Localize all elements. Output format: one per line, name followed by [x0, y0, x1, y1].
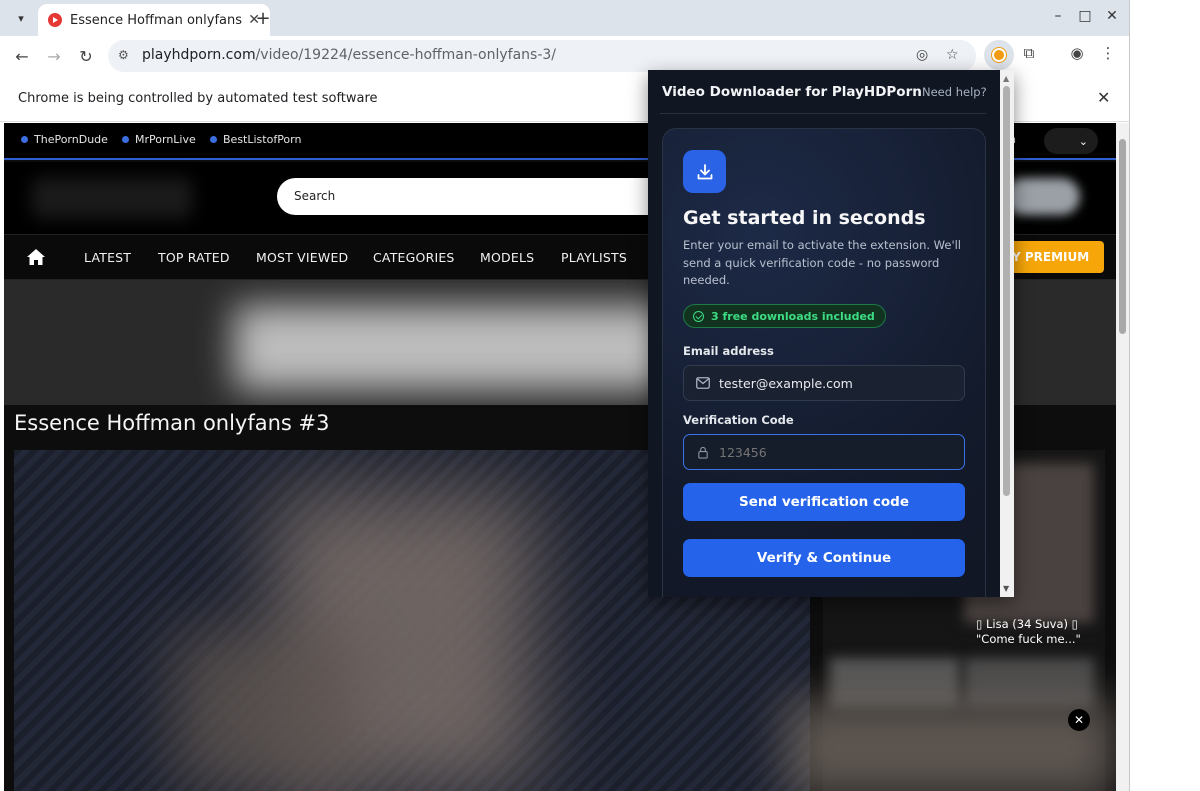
partner-link[interactable]: BestListofPorn	[210, 133, 301, 146]
language-dropdown[interactable]: ⌄	[1044, 128, 1098, 154]
site-favicon-icon	[48, 13, 62, 27]
popup-scrollbar[interactable]: ▲ ▼	[1000, 70, 1014, 597]
floating-ad[interactable]	[784, 698, 1116, 791]
email-value: tester@example.com	[719, 376, 853, 391]
chevron-down-icon: ⌄	[1078, 134, 1088, 148]
extension-active-icon[interactable]	[984, 40, 1014, 70]
free-downloads-badge: 3 free downloads included	[683, 304, 886, 328]
partner-link[interactable]: ThePornDude	[21, 133, 108, 146]
site-logo[interactable]	[32, 178, 192, 218]
forward-icon[interactable]: →	[42, 44, 66, 68]
address-bar[interactable]: ⚙ playhdporn.com/video/19224/essence-hof…	[108, 40, 976, 72]
popup-title: Video Downloader for PlayHDPorn	[662, 84, 922, 100]
browser-window: ▾ Essence Hoffman onlyfans ✕ + – □ ✕ ← →…	[0, 0, 1130, 791]
nav-latest[interactable]: LATEST	[84, 250, 131, 265]
browser-tab[interactable]: Essence Hoffman onlyfans ✕	[38, 4, 270, 36]
extension-popup: Video Downloader for PlayHDPorn Need hel…	[648, 70, 1014, 597]
bookmark-star-icon[interactable]: ☆	[946, 47, 959, 63]
tab-search-icon[interactable]: ▾	[10, 7, 32, 29]
eye-off-icon[interactable]: ◎	[916, 47, 928, 63]
search-button[interactable]	[1004, 178, 1080, 215]
back-icon[interactable]: ←	[10, 44, 34, 68]
verification-code-field[interactable]	[683, 434, 965, 470]
code-label: Verification Code	[683, 413, 794, 427]
popup-header: Video Downloader for PlayHDPorn Need hel…	[662, 84, 992, 114]
verify-continue-button[interactable]: Verify & Continue	[683, 539, 965, 577]
tab-title: Essence Hoffman onlyfans	[70, 12, 243, 28]
url-host: playhdporn.com	[142, 47, 256, 63]
lock-icon	[698, 446, 708, 459]
divider	[660, 113, 986, 114]
email-field[interactable]: tester@example.com	[683, 365, 965, 401]
premium-button[interactable]: Y PREMIUM	[1004, 241, 1104, 273]
new-tab-icon[interactable]: +	[252, 7, 274, 29]
help-link[interactable]: Need help?	[922, 85, 987, 99]
extensions-puzzle-icon[interactable]: ⧉	[1018, 44, 1040, 62]
nav-most-viewed[interactable]: MOST VIEWED	[256, 250, 348, 265]
menu-dots-icon[interactable]: ⋮	[1097, 44, 1119, 62]
search-box[interactable]: Search	[277, 178, 657, 215]
site-info-icon[interactable]: ⚙	[118, 48, 129, 62]
card-heading: Get started in seconds	[683, 207, 926, 229]
infobar-close-icon[interactable]: ✕	[1097, 88, 1110, 107]
signup-card: Get started in seconds Enter your email …	[662, 128, 986, 597]
profile-icon[interactable]: ◉	[1066, 44, 1088, 62]
send-code-button[interactable]: Send verification code	[683, 483, 965, 521]
badge-text: 3 free downloads included	[711, 309, 875, 323]
email-label: Email address	[683, 344, 774, 358]
reload-icon[interactable]: ↻	[74, 44, 98, 68]
partner-link[interactable]: MrPornLive	[122, 133, 196, 146]
minimize-icon[interactable]: –	[1048, 8, 1068, 24]
page-scrollbar[interactable]	[1116, 123, 1129, 791]
download-icon	[683, 150, 726, 193]
nav-playlists[interactable]: PLAYLISTS	[561, 250, 627, 265]
scroll-up-icon[interactable]: ▲	[1003, 74, 1009, 83]
card-description: Enter your email to activate the extensi…	[683, 238, 961, 287]
close-ad-icon[interactable]: ✕	[1068, 709, 1090, 731]
thumbnail-caption[interactable]: ▯ Lisa (34 Suva) ▯ "Come fuck me..."	[976, 617, 1086, 647]
nav-models[interactable]: MODELS	[480, 250, 534, 265]
video-title: Essence Hoffman onlyfans #3	[14, 411, 330, 435]
mail-icon	[696, 377, 710, 389]
url-text: playhdporn.com/video/19224/essence-hoffm…	[142, 47, 556, 63]
infobar-text: Chrome is being controlled by automated …	[18, 91, 378, 106]
nav-top-rated[interactable]: TOP RATED	[158, 250, 230, 265]
home-icon[interactable]	[26, 247, 46, 267]
maximize-icon[interactable]: □	[1075, 8, 1095, 24]
tab-strip: ▾ Essence Hoffman onlyfans ✕ + – □ ✕	[0, 0, 1129, 36]
nav-categories[interactable]: CATEGORIES	[373, 250, 455, 265]
close-window-icon[interactable]: ✕	[1102, 8, 1122, 24]
url-path: /video/19224/essence-hoffman-onlyfans-3/	[255, 47, 557, 63]
check-circle-icon	[693, 310, 704, 322]
scroll-down-icon[interactable]: ▼	[1003, 584, 1009, 593]
verification-code-input[interactable]	[719, 445, 949, 460]
search-placeholder: Search	[294, 189, 336, 203]
